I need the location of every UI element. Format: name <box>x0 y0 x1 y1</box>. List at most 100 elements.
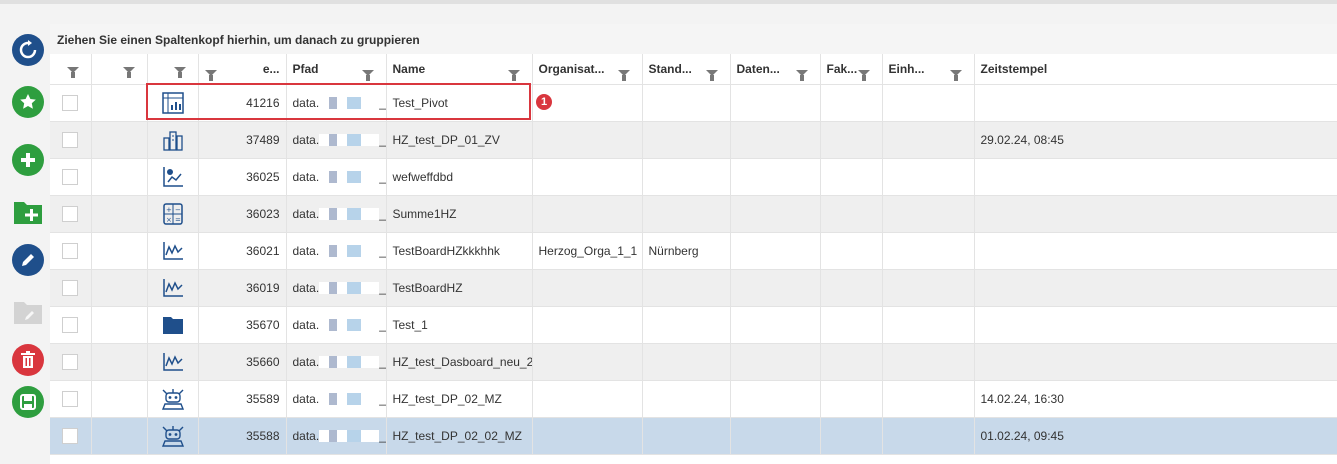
redacted-path <box>319 171 380 184</box>
row-zeitstempel <box>974 84 1337 122</box>
add-folder-icon[interactable] <box>12 196 44 228</box>
refresh-icon[interactable] <box>12 34 44 66</box>
col-header-fak[interactable]: Fak... <box>820 54 883 85</box>
col-header-einheit[interactable]: Einh... <box>882 54 975 85</box>
filter-icon[interactable] <box>795 69 808 81</box>
row-checkbox[interactable] <box>62 94 79 111</box>
table-row[interactable]: 41216data._TestTest_Pivot <box>50 84 1337 122</box>
row-zeitstempel <box>974 232 1337 270</box>
row-checkbox-cell[interactable] <box>50 417 92 455</box>
row-einheit <box>882 232 975 270</box>
row-name[interactable]: HZ_test_Dasboard_neu_2 <box>386 343 533 381</box>
row-name[interactable]: TestBoardHZkkkhhk <box>386 232 533 270</box>
save-icon[interactable] <box>12 386 44 418</box>
delete-icon[interactable] <box>12 344 44 376</box>
redacted-path <box>319 430 380 443</box>
col-header-standort[interactable]: Stand... <box>642 54 731 85</box>
row-name[interactable]: HZ_test_DP_01_ZV <box>386 121 533 159</box>
row-checkbox-cell[interactable] <box>50 380 92 418</box>
filter-icon[interactable] <box>617 69 630 81</box>
table-row[interactable]: 36025data._Testwefweffdbd <box>50 158 1337 196</box>
row-fak <box>820 121 883 159</box>
col-header-organisation[interactable]: Organisat... <box>532 54 643 85</box>
row-checkbox-cell[interactable] <box>50 343 92 381</box>
row-checkbox[interactable] <box>62 131 79 148</box>
col-header-pfad[interactable]: Pfad <box>286 54 387 85</box>
row-organisation <box>532 195 643 233</box>
redacted-path <box>319 97 380 110</box>
row-checkbox[interactable] <box>62 205 79 222</box>
row-einheit <box>882 158 975 196</box>
filter-icon[interactable] <box>705 69 718 81</box>
row-checkbox-cell[interactable] <box>50 84 92 122</box>
col-header-zeitstempel[interactable]: Zeitstempel <box>974 54 1337 85</box>
row-organisation <box>532 121 643 159</box>
filter-icon[interactable] <box>122 66 135 78</box>
row-checkbox-cell[interactable] <box>50 121 92 159</box>
table-row[interactable]: 35589data._TestHZ_test_DP_02_MZ 14.02.24,… <box>50 380 1337 418</box>
redacted-path <box>319 134 380 147</box>
row-checkbox-cell[interactable] <box>50 232 92 270</box>
favorite-icon[interactable] <box>12 86 44 118</box>
row-checkbox[interactable] <box>62 279 79 296</box>
row-checkbox-cell[interactable] <box>50 195 92 233</box>
row-id: 41216 <box>198 84 287 122</box>
table-row[interactable]: 37489data._TestHZ_test_DP_01_ZV 29.02.24,… <box>50 121 1337 159</box>
svg-text:=: = <box>175 216 181 224</box>
col-header-name[interactable]: Name <box>386 54 533 85</box>
row-name[interactable]: TestBoardHZ <box>386 269 533 307</box>
row-pfad: data._Test <box>286 306 387 344</box>
row-name[interactable]: HZ_test_DP_02_MZ <box>386 380 533 418</box>
row-checkbox-cell[interactable] <box>50 158 92 196</box>
table-row[interactable]: 35670data._TestTest_1 <box>50 306 1337 344</box>
row-checkbox[interactable] <box>62 316 79 333</box>
redacted-path <box>319 208 380 221</box>
row-icon-cell <box>147 343 199 381</box>
row-checkbox[interactable] <box>62 353 79 370</box>
filter-icon[interactable] <box>507 69 520 81</box>
row-empty-cell <box>91 121 148 159</box>
row-zeitstempel <box>974 269 1337 307</box>
filter-col-icon[interactable] <box>147 54 199 85</box>
row-name[interactable]: wefweffdbd <box>386 158 533 196</box>
row-checkbox-cell[interactable] <box>50 306 92 344</box>
table-row[interactable]: 35660data._TestHZ_test_Dasboard_neu_2 <box>50 343 1337 381</box>
annotation-badge: 1 <box>536 94 552 110</box>
filter-col-checkbox[interactable] <box>50 54 92 85</box>
row-checkbox[interactable] <box>62 390 79 407</box>
row-checkbox[interactable] <box>62 427 79 444</box>
filter-icon[interactable] <box>361 69 374 81</box>
table-row[interactable]: 36021data._TestTestBoardHZkkkhhkHerzog_O… <box>50 232 1337 270</box>
table-row[interactable]: 35588data._TestHZ_test_DP_02_02_MZ 01.02.… <box>50 417 1337 455</box>
table-row[interactable]: 36019data._TestTestBoardHZ <box>50 269 1337 307</box>
group-by-hint[interactable]: Ziehen Sie einen Spaltenkopf hierhin, um… <box>50 24 1337 54</box>
edit-icon[interactable] <box>12 244 44 276</box>
filter-col-2[interactable] <box>91 54 148 85</box>
row-einheit <box>882 84 975 122</box>
row-name[interactable]: Test_1 <box>386 306 533 344</box>
filter-icon[interactable] <box>66 66 79 78</box>
row-name[interactable]: HZ_test_DP_02_02_MZ <box>386 417 533 455</box>
filter-icon[interactable] <box>173 66 186 78</box>
row-standort <box>642 417 731 455</box>
row-name[interactable]: Test_Pivot <box>386 84 533 122</box>
row-daten <box>730 84 821 122</box>
add-icon[interactable] <box>12 144 44 176</box>
row-organisation <box>532 269 643 307</box>
row-einheit <box>882 343 975 381</box>
row-empty-cell <box>91 343 148 381</box>
filter-icon[interactable] <box>204 69 217 81</box>
filter-icon[interactable] <box>949 69 962 81</box>
table-row[interactable]: +−×=36023data._TestSumme1HZ <box>50 195 1337 233</box>
row-checkbox[interactable] <box>62 168 79 185</box>
row-checkbox[interactable] <box>62 242 79 259</box>
filter-icon[interactable] <box>857 69 870 81</box>
col-header-daten[interactable]: Daten... <box>730 54 821 85</box>
redacted-path <box>319 245 380 258</box>
row-name[interactable]: Summe1HZ <box>386 195 533 233</box>
col-header-id[interactable]: e... <box>198 54 287 85</box>
edit-folder-icon[interactable] <box>12 296 44 328</box>
row-checkbox-cell[interactable] <box>50 269 92 307</box>
row-zeitstempel: 01.02.24, 09:45 <box>974 417 1337 455</box>
row-id: 35660 <box>198 343 287 381</box>
